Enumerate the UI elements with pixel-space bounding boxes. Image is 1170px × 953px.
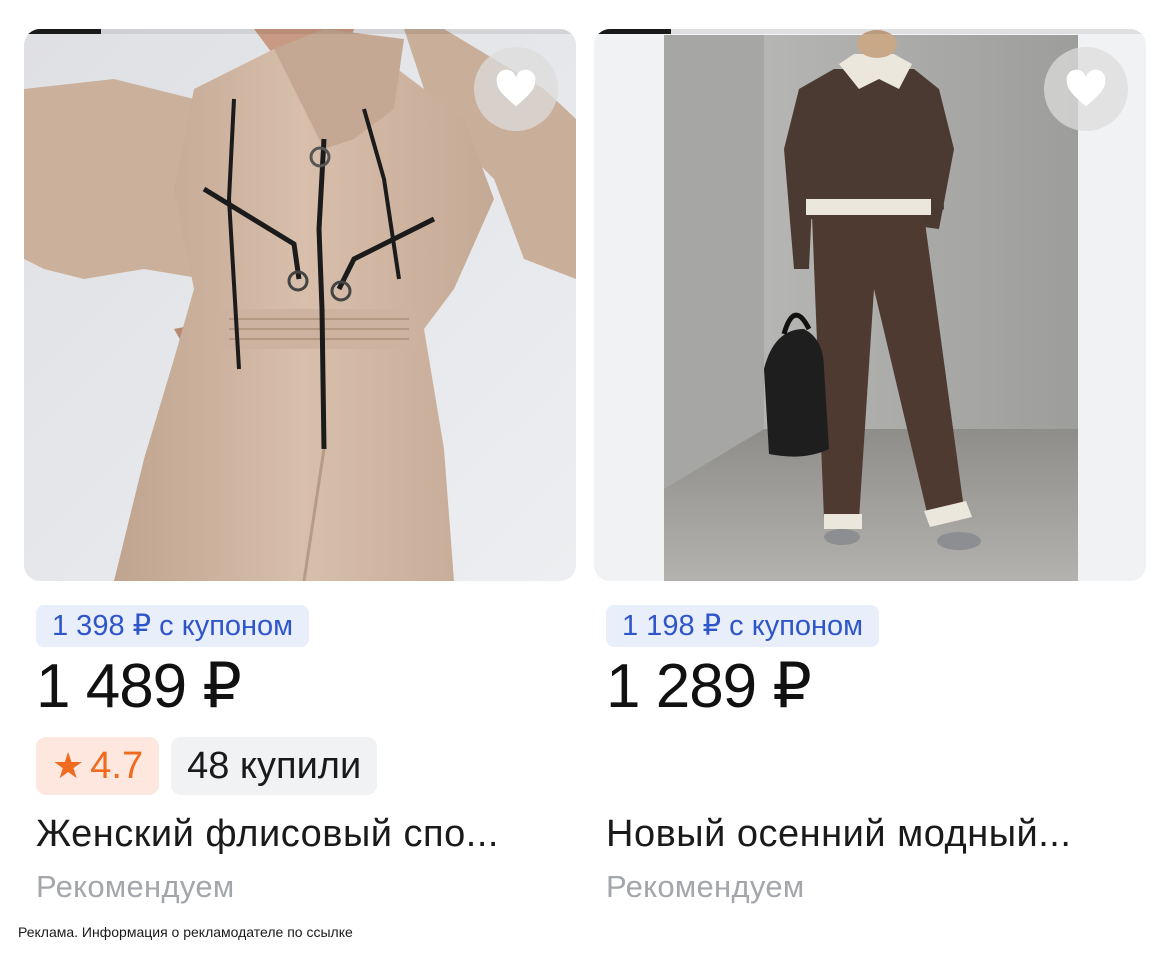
product-title[interactable]: Новый осенний модный... [606, 813, 1126, 856]
product-photo[interactable] [594, 29, 1146, 581]
product-title[interactable]: Женский флисовый спо... [36, 813, 556, 856]
gallery-progress [594, 29, 1146, 34]
coupon-price-badge: 1 398 ₽ с купоном [36, 605, 310, 647]
heart-icon [496, 69, 536, 107]
heart-icon [1066, 69, 1106, 107]
product-badges: ★ 4.7 48 купили [36, 737, 378, 795]
product-price: 1 489 ₽ [36, 652, 242, 721]
star-icon: ★ [52, 745, 85, 786]
rating-value: 4.7 [90, 745, 144, 787]
recommended-label: Рекомендуем [606, 869, 805, 904]
recommended-label: Рекомендуем [36, 869, 235, 904]
favorite-button[interactable] [1044, 47, 1128, 131]
coupon-price-badge: 1 198 ₽ с купоном [606, 605, 880, 647]
product-photo[interactable] [24, 29, 576, 581]
ad-disclaimer-link[interactable]: Реклама. Информация о рекламодателе по с… [18, 924, 353, 940]
product-card[interactable]: 1 198 ₽ с купоном 1 289 ₽ Новый осенний … [594, 29, 1146, 904]
product-price: 1 289 ₽ [606, 652, 812, 721]
gallery-progress [24, 29, 576, 34]
product-card[interactable]: 1 398 ₽ с купоном 1 489 ₽ ★ 4.7 48 купил… [24, 29, 576, 904]
rating-badge: ★ 4.7 [36, 737, 160, 795]
product-feed: 1 398 ₽ с купоном 1 489 ₽ ★ 4.7 48 купил… [0, 0, 1170, 953]
purchases-badge: 48 купили [171, 737, 378, 795]
favorite-button[interactable] [474, 47, 558, 131]
